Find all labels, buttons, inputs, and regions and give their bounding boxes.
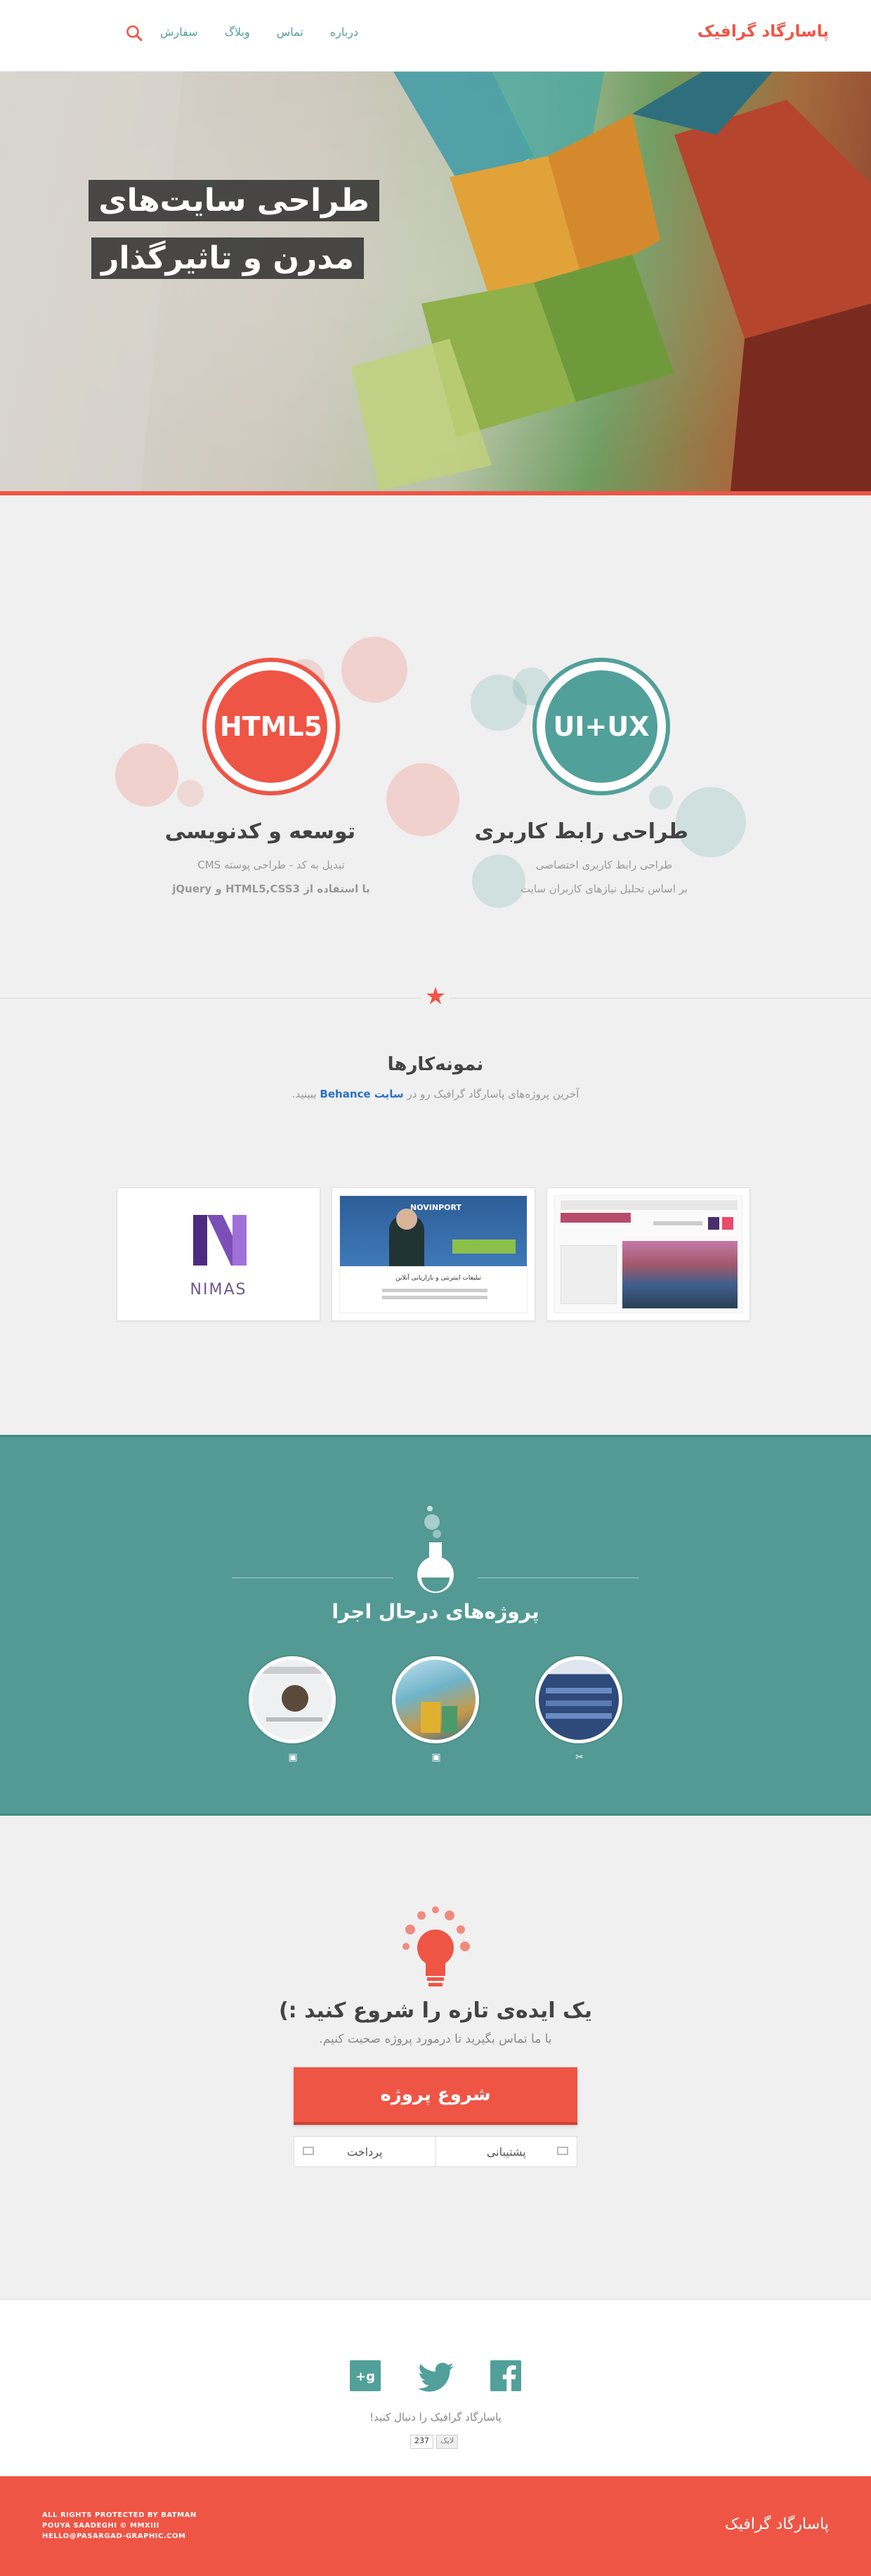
hero-heading-line-1: طراحی سایت‌های [89, 180, 379, 221]
portfolio-item[interactable]: NOVINPORT تبلیغات اینترنتی و بازاریابی آ… [332, 1188, 535, 1321]
html5-badge: HTML5 [202, 658, 340, 795]
site-header: پاسارگاد گرافیک سفارش وبلاگ تماس درباره [0, 0, 871, 72]
flask-icon [417, 1542, 454, 1593]
bubble-decor [427, 1506, 433, 1511]
payment-icon [303, 2147, 314, 2155]
payment-button-label: پرداخت [347, 2145, 383, 2159]
main-nav: سفارش وبلاگ تماس درباره [160, 25, 358, 39]
service-title-html5: توسعه و کدنویسی [164, 819, 355, 844]
payment-button[interactable]: پرداخت [294, 2137, 436, 2166]
nav-item-blog[interactable]: وبلاگ [225, 25, 250, 39]
nav-item-about[interactable]: درباره [330, 25, 358, 39]
origami-cranes-image [0, 72, 871, 491]
uiux-badge: UI+UX [532, 658, 670, 795]
call-to-action-section [0, 1816, 871, 2299]
novinport-brand: NOVINPORT [410, 1203, 461, 1212]
twitter-icon[interactable] [417, 2362, 455, 2393]
secondary-buttons: پشتیبانی پرداخت [294, 2136, 577, 2167]
site-screenshot-1 [554, 1195, 742, 1313]
project-thumbnail[interactable] [392, 1656, 479, 1743]
decor-bubble [115, 743, 178, 807]
support-button[interactable]: پشتیبانی [435, 2137, 577, 2166]
like-count: 237 [410, 2435, 433, 2449]
portfolio-title: نمونه‌کارها [387, 1054, 484, 1075]
footer-copyright-line: ALL RIGHTS PROTECTED BY BATMAN [42, 2511, 197, 2519]
footer-logo[interactable]: پاسارگاد گرافیک [725, 2516, 829, 2533]
service-desc-html5-2: با استفاده از HTML5,CSS3 و jQuery [172, 883, 370, 895]
google-plus-icon[interactable]: g+ [350, 2360, 381, 2391]
lightbulb-icon [402, 1906, 470, 1986]
footer-author-line: POUYA SAADEGHI © MMXIII [42, 2522, 159, 2530]
hero-heading-line-2: مدرن و تاثیرگذار [91, 238, 364, 279]
portfolio-desc-text-end: ببینید. [292, 1088, 317, 1100]
like-button[interactable]: 237 لایک [410, 2435, 461, 2449]
service-desc-uiux-1: طراحی رابط کاربری اختصاصی [535, 859, 673, 871]
novinport-caption: تبلیغات اینترنتی و بازاریابی آنلاین [395, 1275, 481, 1282]
hero-divider [0, 491, 871, 495]
cta-subtitle: با ما تماس بگیرید تا درمورد پروژه صحبت ک… [319, 2032, 552, 2046]
like-label: لایک [436, 2435, 459, 2449]
search-icon[interactable] [125, 24, 143, 42]
cta-title: یک ایده‌ی تازه را شروع کنید :) [278, 1998, 593, 2023]
footer-info: ALL RIGHTS PROTECTED BY BATMAN POUYA SAA… [42, 2510, 197, 2542]
decor-bubble [341, 637, 407, 703]
follow-text: پاسارگاد گرافیک را دنبال کنید! [369, 2411, 502, 2424]
tools-icon: ✂ [575, 1752, 584, 1763]
social-section: g+ پاسارگاد گرافیک را دنبال کنید! 237 لا… [0, 2299, 871, 2476]
project-thumbnail[interactable] [249, 1656, 336, 1743]
novinport-site: NOVINPORT تبلیغات اینترنتی و بازاریابی آ… [339, 1195, 528, 1313]
service-title-uiux: طراحی رابط کاربری [474, 819, 688, 844]
start-project-button[interactable]: شروع پروژه [294, 2067, 577, 2125]
footer-email[interactable]: HELLO@PASARGAD-GRAPHIC.COM [42, 2531, 197, 2542]
code-icon: ▣ [288, 1752, 298, 1763]
nimas-brand: NIMAS [190, 1281, 247, 1299]
uiux-badge-text: UI+UX [545, 670, 657, 783]
portfolio-description: آخرین پروژه‌های پاسارگاد گرافیک رو در سا… [225, 1088, 646, 1100]
service-desc-uiux-2: بر اساس تحلیل نیازهای کاربران سایت [520, 883, 688, 895]
decor-bubble [177, 780, 204, 807]
portfolio-item[interactable] [546, 1188, 750, 1321]
site-footer: پاسارگاد گرافیک ALL RIGHTS PROTECTED BY … [0, 2476, 871, 2576]
support-button-label: پشتیبانی [486, 2145, 526, 2159]
support-icon [557, 2147, 568, 2155]
decor-bubble [649, 786, 673, 809]
portfolio-item[interactable]: NIMAS [117, 1188, 320, 1321]
svg-text:g+: g+ [355, 2369, 375, 2384]
decor-bubble [386, 763, 459, 836]
hero-banner: طراحی سایت‌های مدرن و تاثیرگذار [0, 72, 871, 491]
site-logo[interactable]: پاسارگاد گرافیک [698, 22, 829, 41]
bubble-decor [424, 1514, 440, 1530]
facebook-icon[interactable] [490, 2360, 521, 2391]
project-thumbnail[interactable] [535, 1656, 622, 1743]
portfolio-desc-text: آخرین پروژه‌های پاسارگاد گرافیک رو در [407, 1088, 579, 1100]
nav-item-order[interactable]: سفارش [160, 25, 198, 39]
behance-link[interactable]: سایت Behance [320, 1088, 403, 1100]
star-icon: ★ [421, 982, 450, 1010]
html5-badge-text: HTML5 [215, 670, 327, 783]
nimas-logo: NIMAS [124, 1195, 313, 1313]
nav-item-contact[interactable]: تماس [277, 25, 303, 39]
bubble-decor [433, 1530, 441, 1538]
projects-title: پروژه‌های درحال اجرا [332, 1600, 539, 1623]
page: پاسارگاد گرافیک سفارش وبلاگ تماس درباره [0, 0, 871, 2576]
service-desc-html5-1: تبدیل به کد - طراحی پوسته CMS [197, 859, 345, 871]
code-icon: ▣ [431, 1752, 441, 1763]
